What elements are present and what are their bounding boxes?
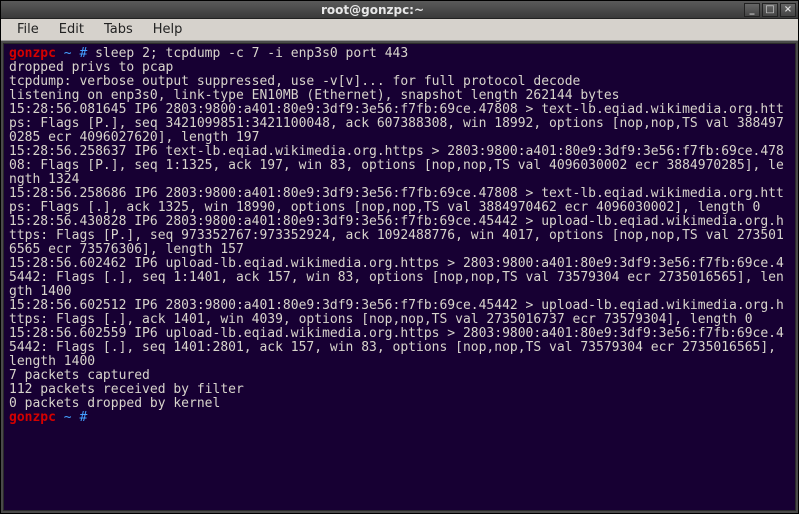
terminal-viewport[interactable]: gonzpc ~ # sleep 2; tcpdump -c 7 -i enp3… — [3, 43, 796, 511]
prompt-hash: # — [79, 410, 87, 425]
menu-file[interactable]: File — [7, 20, 49, 39]
close-button[interactable]: × — [780, 3, 796, 17]
command-text: sleep 2; tcpdump -c 7 -i enp3s0 port 443 — [87, 46, 408, 61]
titlebar[interactable]: root@gonzpc:~ _ □ × — [1, 1, 798, 19]
window-title: root@gonzpc:~ — [1, 3, 744, 17]
menubar: File Edit Tabs Help — [1, 19, 798, 41]
menu-help[interactable]: Help — [143, 20, 193, 39]
prompt-tilde: ~ — [64, 410, 72, 425]
prompt-host: gonzpc — [9, 410, 56, 425]
menu-edit[interactable]: Edit — [49, 20, 94, 39]
minimize-button[interactable]: _ — [744, 3, 760, 17]
terminal-output: dropped privs to pcap tcpdump: verbose o… — [9, 60, 784, 411]
menu-tabs[interactable]: Tabs — [94, 20, 143, 39]
prompt-host: gonzpc — [9, 46, 56, 61]
terminal-window: root@gonzpc:~ _ □ × File Edit Tabs Help … — [0, 0, 799, 514]
prompt-tilde: ~ — [64, 46, 72, 61]
maximize-button[interactable]: □ — [762, 3, 778, 17]
window-controls: _ □ × — [744, 3, 798, 17]
